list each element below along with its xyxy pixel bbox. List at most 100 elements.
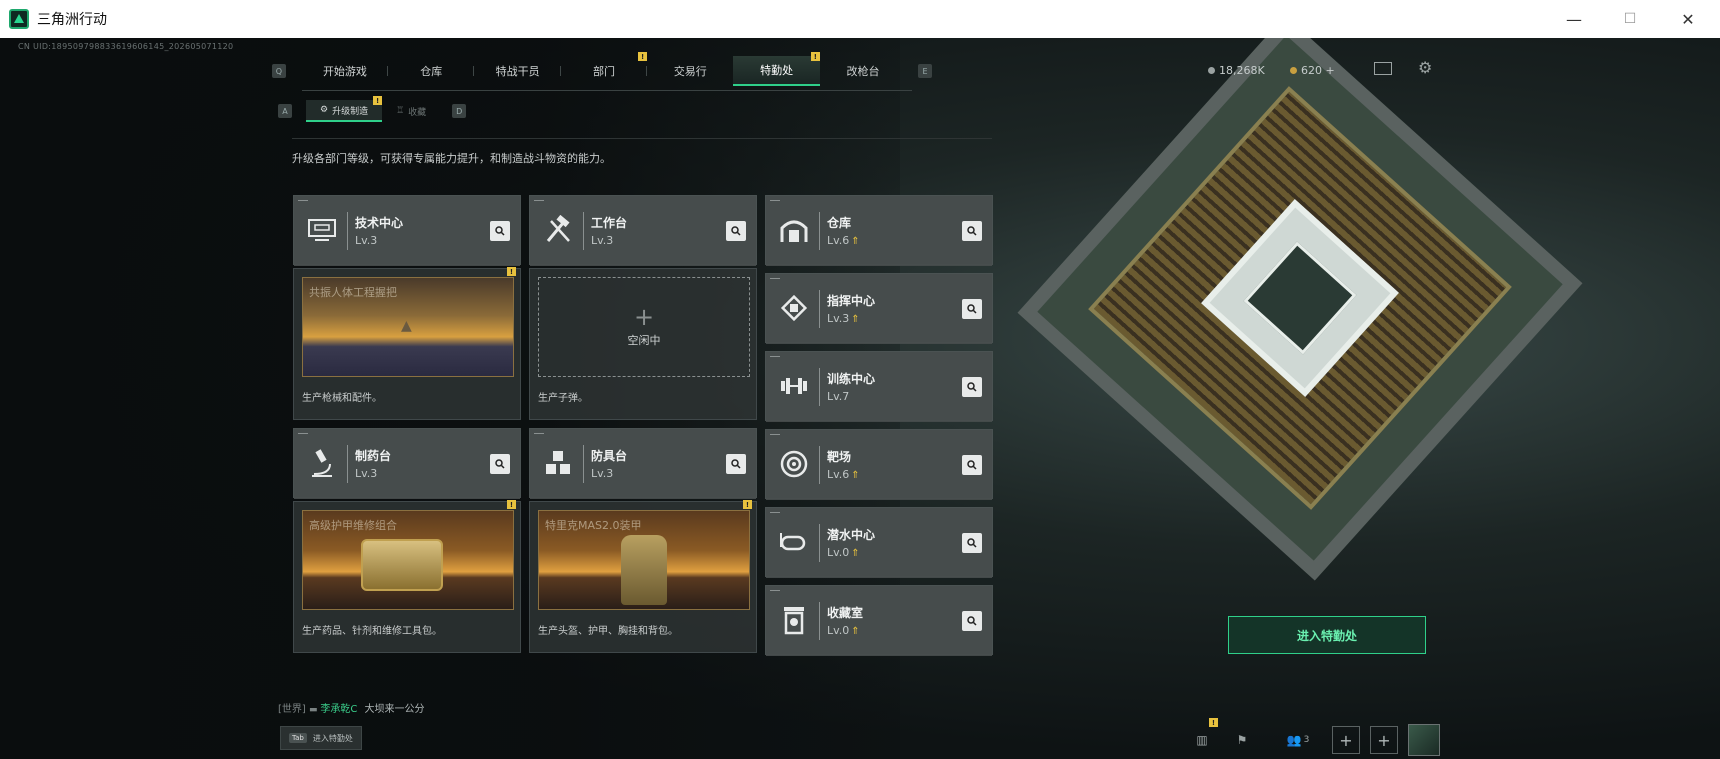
friends-icon[interactable]: 👥 3 [1278,726,1318,754]
production-panel-workbench[interactable]: + 空闲中 生产子弹。 [529,268,757,420]
notification-badge: ! [810,52,820,61]
currency-premium[interactable]: 620 + [1290,64,1335,77]
facility-card-armor-bench[interactable]: 防具台 Lv.3 [529,428,757,499]
facility-card-workbench[interactable]: 工作台 Lv.3 [529,195,757,266]
add-icon: + [633,303,655,331]
target-icon [776,446,812,482]
production-panel-pharmacy[interactable]: 高级护甲维修组合 ! 生产药品、针剂和维修工具包。 [293,500,521,653]
settings-gear-icon[interactable]: ⚙ [1418,58,1432,77]
facility-card-right-1[interactable]: 指挥中心 Lv.3 ⇑ [765,273,993,344]
notification-badge: ! [373,96,383,105]
player-avatar[interactable] [1408,724,1440,756]
currency-havoc: 18,268K [1208,64,1265,77]
app-logo-icon [9,9,29,29]
production-panel-armor[interactable]: 特里克MAS2.0装甲 ! 生产头盔、护甲、胸挂和背包。 [529,500,757,653]
subtab-upgrade-craft[interactable]: ⚙ 升级制造 ! [306,96,383,122]
facility-name: 制药台 [355,449,392,463]
monitor-icon [304,212,340,248]
microscope-icon [304,445,340,481]
facility-card-pharmacy[interactable]: 制药台 Lv.3 [293,428,521,499]
page-description: 升级各部门等级，可获得专属能力提升，和制造战斗物资的能力。 [292,152,611,165]
coin-icon [1208,67,1215,74]
facility-name: 收藏室 [827,606,864,620]
facility-card-right-4[interactable]: 潜水中心 Lv.0 ⇑ [765,507,993,578]
facility-name: 仓库 [827,216,852,230]
product-image: 共振人体工程握把 ▲ [302,277,514,377]
subtab-collection[interactable]: ♖ 收藏 [382,100,440,122]
warehouse-icon [776,212,812,248]
nav-prev-key[interactable]: Q [272,64,286,78]
stats-chart-icon[interactable]: ▥ ! [1188,718,1218,754]
facility-level: Lv.3 [591,467,614,480]
tab-start-game[interactable]: 开始游戏 [302,56,389,86]
diving-mask-icon [776,524,812,560]
tab-trading[interactable]: 交易行 [647,56,733,86]
search-icon[interactable] [962,611,982,631]
tab-special-ops[interactable]: 特勤处 ! [733,52,820,86]
armor-vest-icon [621,535,667,605]
close-button[interactable]: ✕ [1660,0,1716,38]
maximize-button[interactable]: ☐ [1602,0,1658,38]
facility-level: Lv.7 [827,390,850,403]
facility-name: 靶场 [827,450,852,464]
facility-name: 防具台 [591,449,628,463]
search-icon[interactable] [490,454,510,474]
nav-divider [302,90,912,91]
nav-next-key[interactable]: E [918,64,932,78]
facility-level: Lv.0 ⇑ [827,624,860,637]
game-scene: CN UID:1895097988336196061​45_2026050711… [0,38,1720,759]
world-chat-line[interactable]: [世界] ▬ 李承乾C 大坝来一公分 [278,700,425,715]
facility-card-right-0[interactable]: 仓库 Lv.6 ⇑ [765,195,993,266]
facility-level: Lv.6 ⇑ [827,234,860,247]
main-nav: Q 开始游戏 仓库 特战干员 部门 ! 交易行 特勤处 ! 改枪台 E [272,52,932,86]
tab-operators[interactable]: 特战干员 [474,56,561,86]
diamond-icon [1290,67,1297,74]
search-icon[interactable] [962,221,982,241]
enter-special-ops-button[interactable]: 进入特勤处 [1228,616,1426,654]
facility-name: 技术中心 [355,216,404,230]
collection-icon [776,602,812,638]
tab-department[interactable]: 部门 ! [561,52,648,86]
car-icon: ▬ [309,705,321,715]
idle-slot[interactable]: + 空闲中 [538,277,750,377]
facility-level: Lv.6 ⇑ [827,468,860,481]
triforce-icon: ▲ [401,318,412,334]
window-title: 三角洲行动 [37,12,107,28]
subnav-next-key[interactable]: D [452,104,467,118]
player-uid: CN UID:1895097988336196061​45_2026050711… [18,42,234,51]
search-icon[interactable] [726,454,746,474]
command-icon [776,290,812,326]
idle-status: 空闲中 [627,334,661,347]
facility-card-tech-center[interactable]: 技术中心 Lv.3 [293,195,521,266]
facility-card-right-5[interactable]: 收藏室 Lv.0 ⇑ [765,585,993,656]
notification-badge: ! [743,500,752,509]
flag-icon[interactable]: ⚑ [1228,726,1256,754]
subnav-prev-key[interactable]: A [278,104,292,118]
search-icon[interactable] [490,221,510,241]
add-slot-button[interactable]: + [1370,726,1398,754]
search-icon[interactable] [962,377,982,397]
upgrade-icon: ⚙ [320,105,329,115]
mail-icon[interactable] [1374,62,1392,75]
facility-card-right-2[interactable]: 训练中心 Lv.7 [765,351,993,422]
tab-warehouse[interactable]: 仓库 [388,56,475,86]
facility-card-right-3[interactable]: 靶场 Lv.6 ⇑ [765,429,993,500]
facility-name: 指挥中心 [827,294,876,308]
search-icon[interactable] [962,299,982,319]
production-desc: 生产子弹。 [538,393,588,404]
search-icon[interactable] [962,455,982,475]
notification-badge: ! [638,52,648,61]
facility-name: 训练中心 [827,372,876,386]
cubes-icon [540,445,576,481]
upgrade-available-icon: ⇑ [851,314,860,325]
search-icon[interactable] [962,533,982,553]
minimize-button[interactable]: — [1546,0,1602,38]
add-slot-button[interactable]: + [1332,726,1360,754]
production-panel-tech[interactable]: 共振人体工程握把 ▲ ! 生产枪械和配件。 [293,267,521,420]
hammer-wrench-icon [540,212,576,248]
tab-gunsmith[interactable]: 改枪台 [820,56,906,86]
search-icon[interactable] [726,221,746,241]
background-cube-illustration [1017,38,1583,581]
tab-hint[interactable]: Tab 进入特勤处 [280,726,362,750]
facility-level: Lv.3 ⇑ [827,312,860,325]
